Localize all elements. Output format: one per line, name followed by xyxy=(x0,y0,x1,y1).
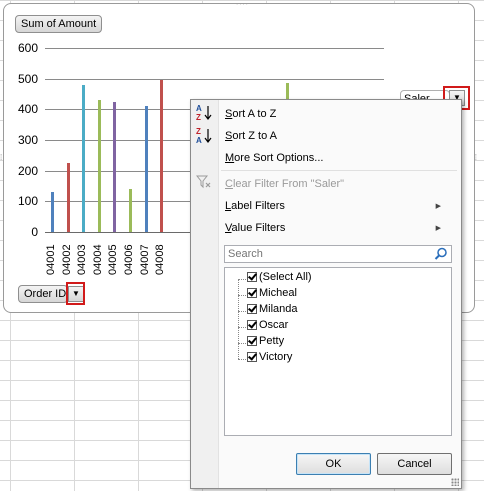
y-tick-label: 500 xyxy=(17,71,38,86)
submenu-arrow-icon: ▶ xyxy=(435,203,441,210)
search-input[interactable] xyxy=(225,246,431,262)
x-tick-label: 04007 xyxy=(139,244,151,275)
x-tick-label: 04002 xyxy=(61,244,73,275)
value-field-button[interactable]: Sum of Amount xyxy=(15,15,103,33)
list-item[interactable]: Micheal xyxy=(247,287,297,302)
menu-icon-strip xyxy=(191,100,219,488)
svg-text:A: A xyxy=(196,136,202,145)
x-tick-label: 04006 xyxy=(123,244,135,275)
svg-text:Z: Z xyxy=(196,113,201,122)
tree-connector xyxy=(238,343,246,344)
tree-connector xyxy=(238,327,246,328)
bar-04007[interactable] xyxy=(145,106,148,232)
y-tick-label: 200 xyxy=(17,163,38,178)
highlight-box xyxy=(66,282,85,305)
sort-a-to-z-icon: A Z xyxy=(195,103,213,122)
x-tick-label: 04005 xyxy=(107,244,119,275)
bar-04001[interactable] xyxy=(51,192,54,232)
bar-04003[interactable] xyxy=(82,85,85,232)
tree-connector xyxy=(238,295,246,296)
y-tick-label: 300 xyxy=(17,133,38,147)
checkbox-checked[interactable] xyxy=(247,304,257,314)
list-item[interactable]: Oscar xyxy=(247,319,288,334)
y-tick-label: 400 xyxy=(17,102,38,117)
tree-connector xyxy=(238,279,246,280)
checkbox-checked[interactable] xyxy=(247,272,257,282)
checkbox-checked[interactable] xyxy=(247,320,257,330)
y-tick-label: 600 xyxy=(17,41,38,55)
resize-grip-icon[interactable] xyxy=(451,478,459,486)
y-tick-label: 0 xyxy=(31,225,38,239)
gridline xyxy=(45,48,384,49)
sort-a-to-z-item[interactable]: Sort A to Z xyxy=(225,108,276,120)
bar-04004[interactable] xyxy=(98,100,101,232)
x-tick-label: 04001 xyxy=(45,244,57,275)
tree-connector xyxy=(238,311,246,312)
svg-text:Z: Z xyxy=(196,127,201,136)
sort-z-to-a-icon: Z A xyxy=(195,126,213,145)
axis-field-button[interactable]: Order ID xyxy=(18,285,68,303)
resize-handle-left[interactable]: ⁞ xyxy=(0,154,3,162)
sort-z-to-a-item[interactable]: Sort Z to A xyxy=(225,130,277,142)
list-item[interactable]: Petty xyxy=(247,335,284,350)
checkbox-checked[interactable] xyxy=(247,288,257,298)
cancel-button[interactable]: Cancel xyxy=(377,453,452,475)
filter-item-list[interactable]: (Select All) Micheal Milanda Oscar Petty… xyxy=(224,267,452,436)
list-item[interactable]: Milanda xyxy=(247,303,298,318)
clear-filter-icon xyxy=(195,175,213,193)
tree-connector xyxy=(238,279,239,359)
bar-04008[interactable] xyxy=(160,80,163,232)
more-sort-options-item[interactable]: More Sort Options... xyxy=(225,152,323,164)
x-tick-label: 04003 xyxy=(76,244,88,275)
list-item[interactable]: Victory xyxy=(247,351,292,366)
bar-04002[interactable] xyxy=(67,163,70,232)
bar-04006[interactable] xyxy=(129,189,132,232)
bar-04005[interactable] xyxy=(113,102,116,232)
search-box[interactable] xyxy=(224,245,452,263)
svg-text:A: A xyxy=(196,104,202,113)
tree-connector xyxy=(238,359,246,360)
submenu-arrow-icon: ▶ xyxy=(435,225,441,232)
label-filters-item[interactable]: Label Filters ▶ xyxy=(225,200,451,212)
checkbox-checked[interactable] xyxy=(247,352,257,362)
search-icon[interactable] xyxy=(434,247,448,261)
gridline xyxy=(45,79,384,80)
value-filters-item[interactable]: Value Filters ▶ xyxy=(225,222,451,234)
clear-filter-item: Clear Filter From "Saler" xyxy=(225,178,345,190)
menu-separator xyxy=(221,170,457,171)
filter-menu: A Z Sort A to Z Z A Sort Z to A More Sor… xyxy=(190,99,462,489)
y-tick-label: 100 xyxy=(17,194,38,209)
checkbox-checked[interactable] xyxy=(247,336,257,346)
x-tick-label: 04004 xyxy=(92,244,104,275)
resize-handle-top[interactable]: ∙∙∙∙ xyxy=(236,0,249,8)
ok-button[interactable]: OK xyxy=(296,453,371,475)
resize-handle-right[interactable]: ⁞ xyxy=(475,154,478,162)
x-tick-label: 04008 xyxy=(154,244,166,275)
list-item-select-all[interactable]: (Select All) xyxy=(247,271,312,286)
